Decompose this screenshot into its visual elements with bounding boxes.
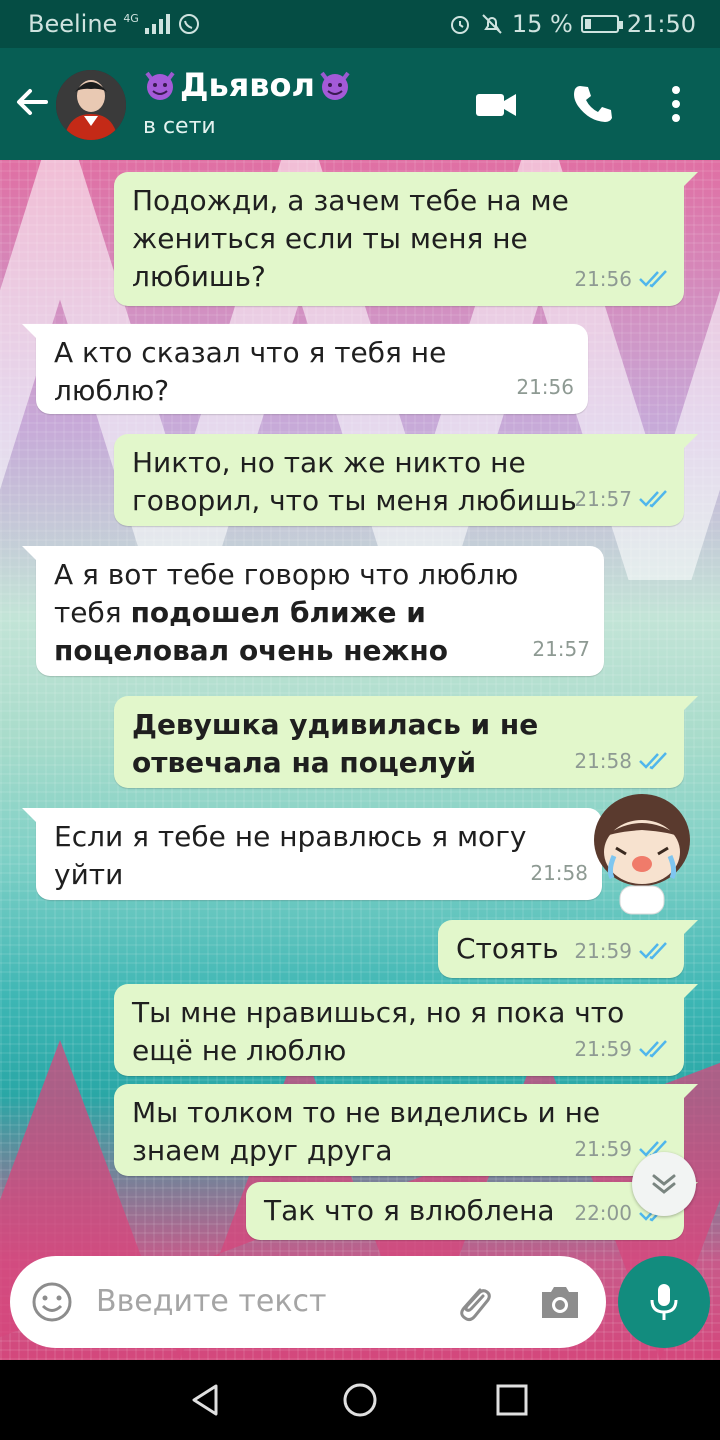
emoji-icon[interactable]: [30, 1280, 74, 1324]
voice-record-button[interactable]: [618, 1256, 710, 1348]
double-check-read-icon: [639, 1040, 667, 1058]
whatsapp-notification-icon: [178, 14, 199, 34]
contact-status: в сети: [143, 114, 216, 139]
message-outgoing[interactable]: Стоять 21:59: [438, 920, 698, 978]
phone-icon[interactable]: [568, 80, 616, 128]
camera-icon[interactable]: [536, 1278, 584, 1326]
chat-header: Дьявол в сети: [0, 48, 720, 160]
message-incoming[interactable]: А кто сказал что я тебя не люблю? 21:56: [22, 324, 588, 414]
signal-icon: [144, 14, 170, 34]
battery-percent: 15 %: [511, 10, 573, 38]
message-outgoing[interactable]: Никто, но так же никто не говорил, что т…: [114, 434, 698, 526]
microphone-icon: [650, 1284, 678, 1320]
message-outgoing[interactable]: Девушка удивилась и не отвечала на поцел…: [114, 696, 698, 788]
avatar[interactable]: [56, 70, 126, 140]
double-check-read-icon: [639, 752, 667, 770]
contact-name[interactable]: Дьявол: [142, 66, 353, 104]
message-incoming[interactable]: Если я тебе не нравлюсь я могу уйти 21:5…: [22, 808, 602, 900]
message-meta: 21:59: [574, 932, 670, 970]
message-text: А кто сказал что я тебя не люблю?: [54, 336, 447, 407]
network-type-label: 4G: [123, 11, 139, 25]
message-meta: 21:57: [574, 480, 670, 518]
message-time: 21:58: [530, 861, 588, 885]
message-input-bar[interactable]: Введите текст: [10, 1256, 606, 1348]
nav-home-icon[interactable]: [340, 1380, 380, 1420]
message-text: Стоять: [456, 932, 559, 965]
message-outgoing[interactable]: Подожди, а зачем тебе на ме жениться есл…: [114, 172, 698, 306]
message-meta: 21:56: [516, 368, 574, 406]
back-arrow-icon[interactable]: [12, 82, 52, 122]
carrier-label: Beeline: [28, 10, 118, 38]
contact-name-text: Дьявол: [180, 66, 315, 104]
message-time: 21:56: [516, 375, 574, 399]
message-outgoing[interactable]: Мы толком то не виделись и не знаем друг…: [114, 1084, 698, 1176]
message-time: 21:58: [574, 749, 632, 773]
message-meta: 21:58: [530, 854, 588, 892]
message-text: Ты мне нравишься, но я пока что ещё не л…: [132, 996, 625, 1067]
more-vert-icon[interactable]: [652, 80, 700, 128]
message-time: 21:59: [574, 1137, 632, 1161]
battery-icon: [580, 15, 623, 33]
system-nav-bar: [0, 1360, 720, 1440]
smiling-devil-emoji-icon: [145, 71, 175, 100]
message-text: А я вот тебе говорю что люблю тебя подош…: [54, 556, 584, 670]
message-meta: 21:58: [574, 742, 670, 780]
clock: 21:50: [626, 10, 696, 38]
message-text: Если я тебе не нравлюсь я могу уйти: [54, 820, 527, 891]
double-check-read-icon: [639, 490, 667, 508]
message-time: 21:56: [574, 267, 632, 291]
status-left: Beeline 4G: [28, 10, 201, 38]
attach-paperclip-icon[interactable]: [450, 1278, 498, 1326]
message-meta: 21:59: [574, 1030, 670, 1068]
message-meta: 21:57: [532, 630, 590, 668]
message-outgoing[interactable]: Ты мне нравишься, но я пока что ещё не л…: [114, 984, 698, 1076]
double-check-read-icon: [639, 270, 667, 288]
video-call-icon[interactable]: [472, 80, 520, 128]
crying-chibi-sticker: [594, 794, 690, 915]
message-time: 21:57: [574, 487, 632, 511]
scroll-to-bottom-button[interactable]: [632, 1152, 696, 1216]
nav-back-icon[interactable]: [186, 1380, 226, 1420]
message-time: 21:59: [574, 1037, 632, 1061]
message-time: 22:00: [574, 1201, 632, 1225]
message-time: 21:59: [574, 939, 632, 963]
double-chevron-down-icon: [652, 1174, 676, 1194]
double-check-read-icon: [639, 942, 667, 960]
chat-area[interactable]: Подожди, а зачем тебе на ме жениться есл…: [0, 160, 720, 1360]
message-text: Так что я влюблена: [264, 1194, 555, 1227]
message-time: 21:57: [532, 637, 590, 661]
message-input[interactable]: Введите текст: [96, 1284, 326, 1319]
message-text: Мы толком то не виделись и не знаем друг…: [132, 1096, 601, 1167]
alarm-icon: [450, 16, 469, 34]
nav-recents-icon[interactable]: [492, 1380, 532, 1420]
status-right: 15 % 21:50: [448, 10, 696, 38]
status-bar: Beeline 4G 15 % 21:50: [0, 0, 720, 48]
message-outgoing[interactable]: Так что я влюблена 22:00: [246, 1182, 698, 1240]
smiling-devil-emoji-icon: [320, 71, 350, 100]
message-meta: 21:56: [574, 260, 670, 298]
notifications-off-icon: [482, 14, 502, 34]
message-incoming[interactable]: А я вот тебе говорю что люблю тебя подош…: [22, 546, 604, 676]
message-text: Подожди, а зачем тебе на ме жениться есл…: [132, 184, 569, 293]
